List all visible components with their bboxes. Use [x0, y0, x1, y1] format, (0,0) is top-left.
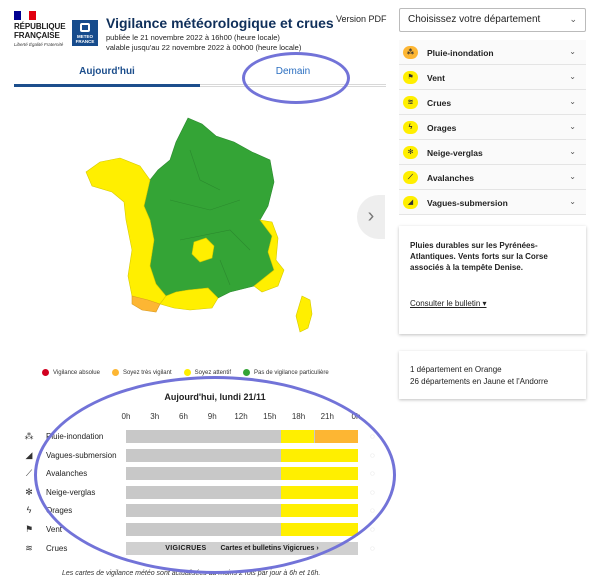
count-yellow: 26 départements en Jaune et l'Andorre: [410, 377, 549, 386]
map-region-corsica: [295, 295, 313, 333]
legend-item-yellow: Soyez attentif: [183, 369, 231, 376]
wind-icon: ⚑: [403, 71, 418, 84]
rain-flood-icon: ⁂: [403, 46, 418, 59]
flood-icon: ≋: [25, 543, 33, 553]
legend-item-orange: Soyez très vigilant: [111, 369, 172, 376]
map-next-arrow-button[interactable]: ›: [357, 195, 385, 239]
phenomenon-item[interactable]: ◢ Vagues-submersion ⌄: [399, 190, 586, 215]
chevron-down-icon: ⌄: [569, 197, 576, 206]
phenomenon-label: Avalanches: [427, 173, 474, 183]
chevron-down-icon: ⌄: [569, 172, 576, 181]
meteo-france-logo-text: METEO FRANCE: [75, 34, 95, 44]
waves-submersion-icon: ◢: [403, 196, 418, 209]
legend-orange-dot: [111, 369, 119, 376]
published-date: publiée le 21 novembre 2022 à 16h00 (heu…: [106, 33, 280, 42]
phenomenon-label: Neige-verglas: [427, 148, 483, 158]
phenomena-list: ⁂ Pluie-inondation ⌄ ⚑ Vent ⌄ ≋ Crues ⌄ ϟ Orages ⌄ ✻…: [399, 40, 586, 215]
valid-until-date: valable jusqu'au 22 novembre 2022 à 00h0…: [106, 43, 302, 52]
france-vigilance-map[interactable]: [70, 110, 340, 340]
tab-today[interactable]: Aujourd'hui: [14, 66, 200, 87]
phenomenon-item[interactable]: ✻ Neige-verglas ⌄: [399, 140, 586, 165]
page-title: Vigilance météorologique et crues: [106, 15, 334, 31]
storm-icon: ϟ: [26, 505, 32, 516]
storm-icon: ϟ: [403, 121, 418, 134]
annotation-ellipse-timeline: [34, 376, 396, 574]
rf-title-line2: FRANÇAISE: [14, 31, 60, 40]
chevron-down-icon: ⌄: [569, 122, 576, 131]
rf-title-line1: RÉPUBLIQUE: [14, 22, 66, 31]
legend-item-red: Vigilance absolue: [42, 369, 100, 376]
rain-flood-icon: ⁂: [24, 431, 34, 441]
phenomenon-label: Orages: [427, 123, 457, 133]
timeline-label-crues: Crues: [46, 544, 68, 553]
meteo-france-logo[interactable]: METEO FRANCE: [72, 20, 98, 46]
rf-motto: Liberté Égalité Fraternité: [14, 42, 64, 47]
map-region-green: [143, 117, 275, 299]
phenomenon-item[interactable]: ϟ Orages ⌄: [399, 115, 586, 140]
phenomenon-label: Vagues-submersion: [427, 198, 508, 208]
eye-slash-icon[interactable]: ◌: [370, 544, 375, 553]
meteo-france-mark-icon: [80, 23, 90, 32]
french-flag-icon: [14, 11, 36, 20]
pdf-version-link[interactable]: Version PDF: [336, 14, 387, 24]
legend-item-green: Pas de vigilance particulière: [243, 369, 329, 376]
chevron-down-icon: ⌄: [569, 72, 576, 81]
bulletin-text: Pluies durables sur les Pyrénées-Atlanti…: [410, 241, 548, 272]
republique-francaise-logo: RÉPUBLIQUE FRANÇAISE Liberté Égalité Fra…: [14, 11, 66, 47]
chevron-down-icon: ⌄: [569, 14, 577, 24]
legend-green-dot: [243, 369, 250, 376]
phenomenon-label: Crues: [427, 98, 452, 108]
legend-red-dot: [42, 369, 49, 376]
consult-bulletin-link[interactable]: Consulter le bulletin ▾: [410, 299, 487, 308]
legend-yellow-dot: [183, 369, 191, 376]
chevron-down-icon: ⌄: [569, 97, 576, 106]
phenomenon-item[interactable]: ⟋ Avalanches ⌄: [399, 165, 586, 190]
bulletin-card: Pluies durables sur les Pyrénées-Atlanti…: [399, 226, 586, 334]
vigilance-legend: Vigilance absolue Soyez très vigilant So…: [42, 369, 341, 376]
phenomenon-item[interactable]: ≋ Crues ⌄: [399, 90, 586, 115]
department-select[interactable]: Choisissez votre département ⌄: [399, 8, 586, 32]
avalanche-icon: ⟋: [403, 171, 418, 184]
wind-icon: ⚑: [24, 524, 34, 534]
chevron-down-icon: ⌄: [569, 147, 576, 156]
snow-ice-icon: ✻: [403, 146, 418, 159]
department-select-label: Choisissez votre département: [408, 14, 541, 25]
phenomenon-label: Vent: [427, 73, 445, 83]
phenomenon-label: Pluie-inondation: [427, 48, 494, 58]
chevron-down-icon: ⌄: [569, 47, 576, 56]
flood-icon: ≋: [403, 96, 418, 109]
phenomenon-item[interactable]: ⁂ Pluie-inondation ⌄: [399, 40, 586, 65]
annotation-ellipse-tomorrow-tab: [242, 52, 350, 104]
eye-slash-icon[interactable]: ◌: [370, 525, 375, 534]
department-count-card: 1 département en Orange 26 départements …: [399, 351, 586, 399]
phenomenon-item[interactable]: ⚑ Vent ⌄: [399, 65, 586, 90]
count-orange: 1 département en Orange: [410, 365, 502, 374]
